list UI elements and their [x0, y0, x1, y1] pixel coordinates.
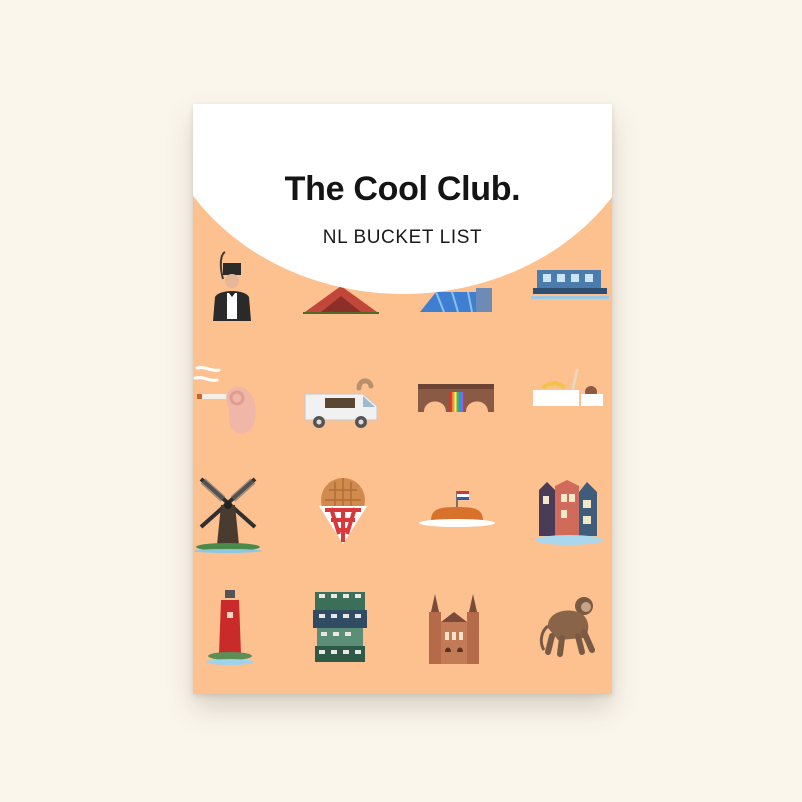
- stacked-houses-icon: [311, 586, 369, 666]
- windmill-icon: [193, 469, 263, 554]
- joint-hand-icon: [193, 364, 268, 439]
- houseboat-icon: [531, 262, 609, 302]
- rijksmuseum-icon: [423, 592, 485, 668]
- monkey-icon: [538, 592, 602, 658]
- canal-houses-icon: [533, 476, 605, 548]
- rainbow-bridge-icon: [416, 384, 496, 414]
- book-cover: The Cool Club. NL BUCKET LIST: [193, 104, 612, 694]
- fries-trays-icon: [531, 366, 606, 416]
- cover-title: The Cool Club.: [284, 170, 521, 208]
- food-truck-icon: [301, 374, 381, 429]
- lighthouse-icon: [205, 588, 255, 668]
- dutch-soldier-icon: [201, 249, 261, 324]
- stroopwafel-napkin-icon: [311, 476, 375, 546]
- cover-subtitle: NL BUCKET LIST: [322, 227, 483, 248]
- cake-flag-icon: [419, 489, 497, 529]
